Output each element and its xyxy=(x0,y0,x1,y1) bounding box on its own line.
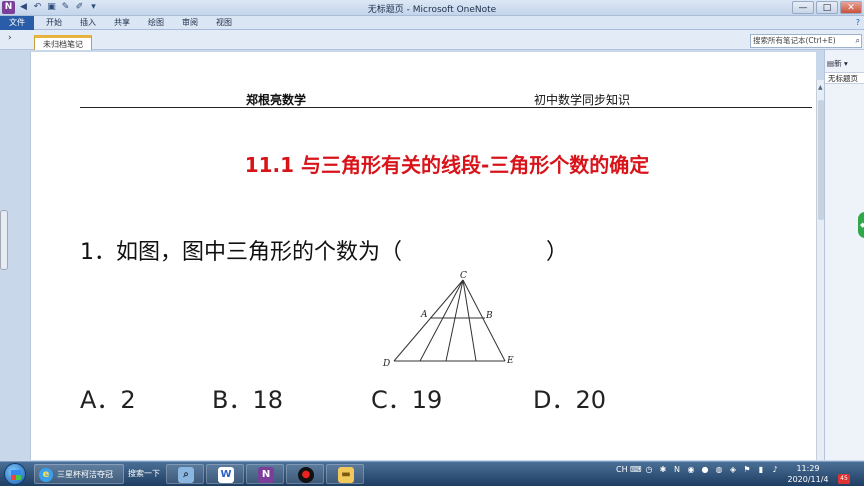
label-d: D xyxy=(382,359,390,369)
header-subject: 初中数学同步知识 xyxy=(534,93,631,107)
search-input[interactable]: 搜索所有笔记本(Ctrl+E) ⌕ xyxy=(750,34,862,48)
label-b: B xyxy=(485,311,493,321)
header-divider xyxy=(80,107,812,108)
triangle-figure: C A B D E xyxy=(382,271,514,369)
flag-icon[interactable]: ⚑ xyxy=(742,465,752,474)
ie-icon: e xyxy=(39,468,53,482)
ribbon-tab-list: 开始 插入 共享 绘图 审阅 视图 xyxy=(46,17,232,28)
notebook-bar: › 未归档笔记 搜索所有笔记本(Ctrl+E) ⌕ xyxy=(0,30,864,50)
folder-icon: ▬ xyxy=(338,467,354,483)
clock[interactable]: 11:29 2020/11/4 xyxy=(784,463,832,485)
onenote-icon: N xyxy=(258,467,274,483)
taskbar-app-wps[interactable]: W xyxy=(206,464,244,484)
cevian-2 xyxy=(445,279,464,362)
notification-badge[interactable]: 45 xyxy=(838,474,850,484)
settings-tray-icon[interactable]: ✱ xyxy=(658,465,668,474)
label-c: C xyxy=(460,271,467,281)
search-placeholder: 搜索所有笔记本(Ctrl+E) xyxy=(753,36,836,45)
chat-tray-icon[interactable]: ◈ xyxy=(728,465,738,474)
onenote-tray-icon[interactable]: N xyxy=(672,465,682,474)
wps-icon: W xyxy=(218,467,234,483)
taskbar-app-explorer[interactable]: ▬ xyxy=(326,464,364,484)
scroll-up-icon[interactable]: ▲ xyxy=(818,84,823,91)
expand-navigation-icon[interactable]: › xyxy=(8,33,12,43)
tab-view[interactable]: 视图 xyxy=(216,17,232,28)
tab-review[interactable]: 审阅 xyxy=(182,17,198,28)
tab-insert[interactable]: 插入 xyxy=(80,17,96,28)
taskbar-app-tool[interactable]: ⌕ xyxy=(166,464,204,484)
taskbar-app-recorder[interactable]: ● xyxy=(286,464,324,484)
magnifier-app-icon: ⌕ xyxy=(178,467,194,483)
window-controls: — □ ✕ xyxy=(792,1,862,14)
option-c: C．19 xyxy=(371,386,443,414)
record-icon: ● xyxy=(298,467,314,483)
maximize-button[interactable]: □ xyxy=(816,1,838,14)
network-tray-icon[interactable]: ◍ xyxy=(714,465,724,474)
question-text: 1．如图，图中三角形的个数为（ xyxy=(80,240,402,265)
taskbar-search[interactable]: 搜索一下 xyxy=(126,464,166,484)
page-list-panel: ▤新 ▾ 无标题页 xyxy=(824,50,864,460)
option-a: A．2 xyxy=(80,386,136,414)
page-tab-untitled[interactable]: 无标题页 xyxy=(825,72,864,84)
taskbar-app-onenote[interactable]: N xyxy=(246,464,284,484)
option-b: B．18 xyxy=(212,386,284,414)
tab-draw[interactable]: 绘图 xyxy=(148,17,164,28)
start-button[interactable] xyxy=(4,463,26,485)
lesson-title: 11.1 与三角形有关的线段-三角形个数的确定 xyxy=(244,153,650,177)
tab-home[interactable]: 开始 xyxy=(46,17,62,28)
clock-time: 11:29 xyxy=(796,464,820,473)
header-author: 郑根亮数学 xyxy=(246,93,307,107)
window-title: 无标题页 - Microsoft OneNote xyxy=(367,5,497,15)
left-edge-handle[interactable] xyxy=(0,210,8,270)
question-close-paren: ） xyxy=(546,240,569,265)
option-d: D．20 xyxy=(533,386,607,414)
tab-share[interactable]: 共享 xyxy=(114,17,130,28)
signal-icon[interactable]: ▮ xyxy=(756,465,766,474)
record-tray-icon[interactable]: ● xyxy=(700,465,710,474)
minimize-button[interactable]: — xyxy=(792,1,814,14)
volume-icon[interactable]: ♪ xyxy=(770,465,780,474)
help-icon[interactable]: ? xyxy=(856,16,860,30)
language-indicator[interactable]: CH xyxy=(616,465,628,474)
taskbar: e 三星杯柯洁夺冠 搜索一下 ⌕ W N ● ▬ CH ⌨ ◷ ✱ N ◉ ● … xyxy=(0,461,864,486)
green-side-button[interactable]: ◆ xyxy=(858,212,864,238)
app-tray-icon[interactable]: ◉ xyxy=(686,465,696,474)
label-a: A xyxy=(420,310,428,320)
keyboard-icon[interactable]: ⌨ xyxy=(630,465,642,474)
title-bar: N ◀ ↶ ▣ ✎ ✐ ▾ 无标题页 - Microsoft OneNote —… xyxy=(0,0,864,16)
segment-cd xyxy=(393,279,464,362)
search-icon[interactable]: ⌕ xyxy=(856,35,860,47)
label-e: E xyxy=(506,356,514,366)
new-page-button[interactable]: ▤新 ▾ xyxy=(827,58,848,69)
clock-tray-icon[interactable]: ◷ xyxy=(644,465,654,474)
tab-file[interactable]: 文件 xyxy=(0,16,34,30)
taskbar-ie-window[interactable]: e 三星杯柯洁夺冠 xyxy=(34,464,124,484)
section-tab-unfiled[interactable]: 未归档笔记 xyxy=(34,35,92,50)
clock-date: 2020/11/4 xyxy=(787,475,829,484)
vertical-scrollbar[interactable]: ▲ xyxy=(816,80,824,460)
system-tray: CH ⌨ ◷ ✱ N ◉ ● ◍ ◈ ⚑ ▮ ♪ xyxy=(616,465,780,474)
cevian-1 xyxy=(419,279,464,362)
close-button[interactable]: ✕ xyxy=(840,1,862,14)
ribbon-tabs: 文件 开始 插入 共享 绘图 审阅 视图 ? xyxy=(0,16,864,30)
